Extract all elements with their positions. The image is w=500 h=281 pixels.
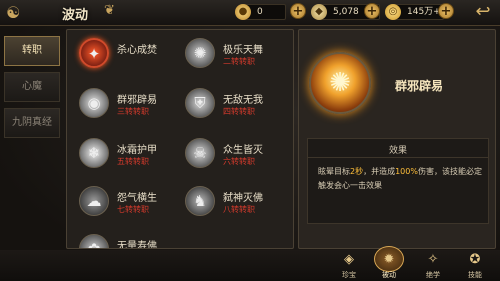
nav-passive[interactable]: ✹ 被动 [372,246,406,281]
detail-skill-name: 群邪辟易 [395,79,444,93]
skill-requirement: 四转转职 [223,107,255,116]
effect-text-2: ，并造成 [363,167,396,176]
coin-icon: ◎ [385,4,401,20]
effect-divider [308,157,488,158]
add-gold-ingot-button[interactable]: + [290,3,306,19]
skill-item-2[interactable]: ✺ 极乐天舞 二转转职 [185,38,293,78]
shield-icon: ⛨ [185,88,215,118]
book-icon: ✧ [427,252,439,267]
effect-duration: 2秒 [350,167,364,176]
add-silver-button[interactable]: + [364,3,380,19]
gold-ingot-value: 0 [257,7,263,17]
bottom-nav: ◈ 珍宝 ✹ 被动 ✧ 绝学 ✪ 技能 [328,246,500,281]
treasure-icon: ◈ [344,252,354,267]
coin-currency: ◎ 145万+ [385,4,444,20]
frost-icon: ❄ [79,138,109,168]
lotus-icon: ✿ [79,234,109,248]
tab-xinmo[interactable]: 心魔 [4,72,60,102]
skill-item-6[interactable]: ☠ 众生皆灭 六转转职 [185,138,293,178]
skill-name: 怨气横生 [117,193,157,204]
effect-box: 效果 眩晕目标2秒，并造成100%伤害，该技能必定触发会心一击效果 [307,138,489,224]
skill-name: 无敌无我 [223,95,263,106]
silver-value: 5,078 [333,7,359,17]
skull-icon: ☠ [185,138,215,168]
skill-name: 杀心成焚 [117,45,157,56]
skill-detail-panel: ✺ 群邪辟易 效果 眩晕目标2秒，并造成100%伤害，该技能必定触发会心一击效果 [298,29,496,249]
nav-label: 绝学 [426,271,440,279]
skill-name: 无量寿佛 [117,241,157,249]
passive-icon: ✹ [374,246,404,272]
nav-label: 技能 [468,271,482,279]
skill-name: 弑神灭佛 [223,193,263,204]
effect-description: 眩晕目标2秒，并造成100%伤害，该技能必定触发会心一击效果 [318,165,484,193]
skill-requirement: 八转转职 [223,205,255,214]
skill-requirement: 二转转职 [223,57,255,66]
dance-icon: ✺ [185,38,215,68]
skill-item-3[interactable]: ◉ 群邪辟易 三转转职 [79,88,189,128]
skill-requirement: 七转转职 [117,205,149,214]
nav-skills[interactable]: ✪ 技能 [458,250,492,281]
swirl-icon: ✺ [309,52,371,114]
skill-item-4[interactable]: ⛨ 无敌无我 四转转职 [185,88,293,128]
title-ornament-icon: ❦ [104,3,115,18]
skill-requirement: 三转转职 [117,107,149,116]
nav-label: 珍宝 [342,271,356,279]
tab-jiuyin[interactable]: 九阴真经 [4,108,60,138]
gold-ingot-icon: ● [235,4,251,20]
effect-text-1: 眩晕目标 [318,167,350,176]
page-title: 波动 [62,8,89,23]
silver-icon: ◆ [311,4,327,20]
skill-name: 极乐天舞 [223,45,263,56]
effect-damage-percent: 100% [395,167,418,176]
dragon-emblem-icon: ☯ [6,3,21,22]
skill-name: 众生皆灭 [223,145,263,156]
skill-item-7[interactable]: ☁ 怨气横生 七转转职 [79,186,189,226]
figure-icon: ♞ [185,186,215,216]
skill-requirement: 六转转职 [223,157,255,166]
nav-juexue[interactable]: ✧ 绝学 [416,250,450,281]
skill-name: 冰霜护甲 [117,145,157,156]
coin-value: 145万+ [407,7,441,17]
skill-requirement: 五转转职 [117,157,149,166]
effect-title: 效果 [388,146,407,156]
gold-ingot-currency: ● 0 [235,4,286,20]
skill-item-9[interactable]: ✿ 无量寿佛 [79,234,189,249]
nav-treasure[interactable]: ◈ 珍宝 [332,250,366,281]
nav-label: 被动 [382,271,396,279]
add-coin-button[interactable]: + [438,3,454,19]
skill-list-panel: ✦ 杀心成焚 ✺ 极乐天舞 二转转职 ◉ 群邪辟易 三转转职 ⛨ 无敌无我 四转… [66,29,294,249]
skill-icon: ✪ [469,252,481,267]
tab-zhuanzhi[interactable]: 转职 [4,36,60,66]
skill-item-8[interactable]: ♞ 弑神灭佛 八转转职 [185,186,293,226]
swirl-icon: ◉ [79,88,109,118]
left-tab-list: 转职 心魔 九阴真经 [4,36,62,144]
top-bar: ☯ 波动 ❦ ● 0 + ◆ 5,078 + ◎ 145万+ + ↩ [0,0,500,26]
back-arrow-icon[interactable]: ↩ [470,2,496,22]
ghost-icon: ☁ [79,186,109,216]
flame-icon: ✦ [79,38,109,68]
skill-item-5[interactable]: ❄ 冰霜护甲 五转转职 [79,138,189,178]
skill-item-1[interactable]: ✦ 杀心成焚 [79,38,189,78]
skill-name: 群邪辟易 [117,95,157,106]
